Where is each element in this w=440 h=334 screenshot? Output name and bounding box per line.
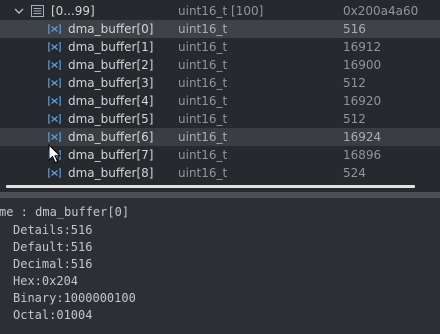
variable-icon <box>48 78 61 88</box>
row-type: uint16_t <box>178 148 228 162</box>
variable-icon <box>48 24 61 34</box>
variable-icon <box>48 168 61 178</box>
tree-row[interactable]: dma_buffer[5] uint16_t 512 <box>0 110 440 128</box>
details-line: Binary:1000000100 <box>13 291 136 305</box>
row-value: 16924 <box>343 130 382 144</box>
row-name: dma_buffer[1] <box>68 40 154 54</box>
scrollbar-thumb[interactable] <box>6 185 415 188</box>
details-panel: me : dma_buffer[0] Details:516 Default:51… <box>0 198 440 334</box>
row-name: dma_buffer[2] <box>68 58 154 72</box>
mouse-cursor-icon <box>48 144 62 164</box>
row-value: 524 <box>343 166 366 180</box>
details-title: me : dma_buffer[0] <box>0 205 130 219</box>
variable-icon <box>48 96 61 106</box>
row-type: uint16_t <box>178 94 228 108</box>
variable-icon <box>48 60 61 70</box>
details-line: Default:516 <box>13 240 93 254</box>
variable-icon <box>48 42 61 52</box>
row-type: uint16_t <box>178 166 228 180</box>
row-value: 16912 <box>343 40 382 54</box>
tree-row[interactable]: dma_buffer[7] uint16_t 16896 <box>0 146 440 164</box>
row-value: 16900 <box>343 58 382 72</box>
row-type: uint16_t [100] <box>178 4 264 18</box>
variables-tree: [0...99] uint16_t [100] 0x200a4a60 dma_b… <box>0 0 440 180</box>
chevron-down-icon[interactable] <box>14 6 24 16</box>
row-name: dma_buffer[7] <box>68 148 154 162</box>
variable-icon <box>48 132 61 142</box>
row-name: dma_buffer[5] <box>68 112 154 126</box>
row-name: dma_buffer[4] <box>68 94 154 108</box>
tree-row[interactable]: dma_buffer[0] uint16_t 516 <box>0 20 440 38</box>
array-icon <box>31 5 44 17</box>
row-name: dma_buffer[8] <box>68 166 154 180</box>
row-type: uint16_t <box>178 40 228 54</box>
row-name: dma_buffer[6] <box>68 130 154 144</box>
tree-row-parent[interactable]: [0...99] uint16_t [100] 0x200a4a60 <box>0 2 440 20</box>
details-line: Decimal:516 <box>13 257 93 271</box>
tree-row[interactable]: dma_buffer[3] uint16_t 512 <box>0 74 440 92</box>
row-name: dma_buffer[3] <box>68 76 154 90</box>
row-value: 512 <box>343 76 366 90</box>
row-value: 0x200a4a60 <box>343 4 419 18</box>
row-name: dma_buffer[0] <box>68 22 154 36</box>
row-type: uint16_t <box>178 130 228 144</box>
row-type: uint16_t <box>178 112 228 126</box>
row-type: uint16_t <box>178 58 228 72</box>
tree-row[interactable]: dma_buffer[2] uint16_t 16900 <box>0 56 440 74</box>
variable-icon <box>48 114 61 124</box>
row-type: uint16_t <box>178 76 228 90</box>
details-line: Details:516 <box>13 223 93 237</box>
row-value: 16920 <box>343 94 382 108</box>
row-name: [0...99] <box>51 4 95 18</box>
row-value: 16896 <box>343 148 382 162</box>
details-line: Octal:01004 <box>13 308 93 322</box>
horizontal-scrollbar[interactable] <box>0 180 440 192</box>
tree-row[interactable]: dma_buffer[6] uint16_t 16924 <box>0 128 440 146</box>
tree-row[interactable]: dma_buffer[1] uint16_t 16912 <box>0 38 440 56</box>
tree-row[interactable]: dma_buffer[4] uint16_t 16920 <box>0 92 440 110</box>
details-line: Hex:0x204 <box>13 274 79 288</box>
tree-row[interactable]: dma_buffer[8] uint16_t 524 <box>0 164 440 180</box>
row-value: 512 <box>343 112 366 126</box>
row-value: 516 <box>343 22 366 36</box>
row-type: uint16_t <box>178 22 228 36</box>
